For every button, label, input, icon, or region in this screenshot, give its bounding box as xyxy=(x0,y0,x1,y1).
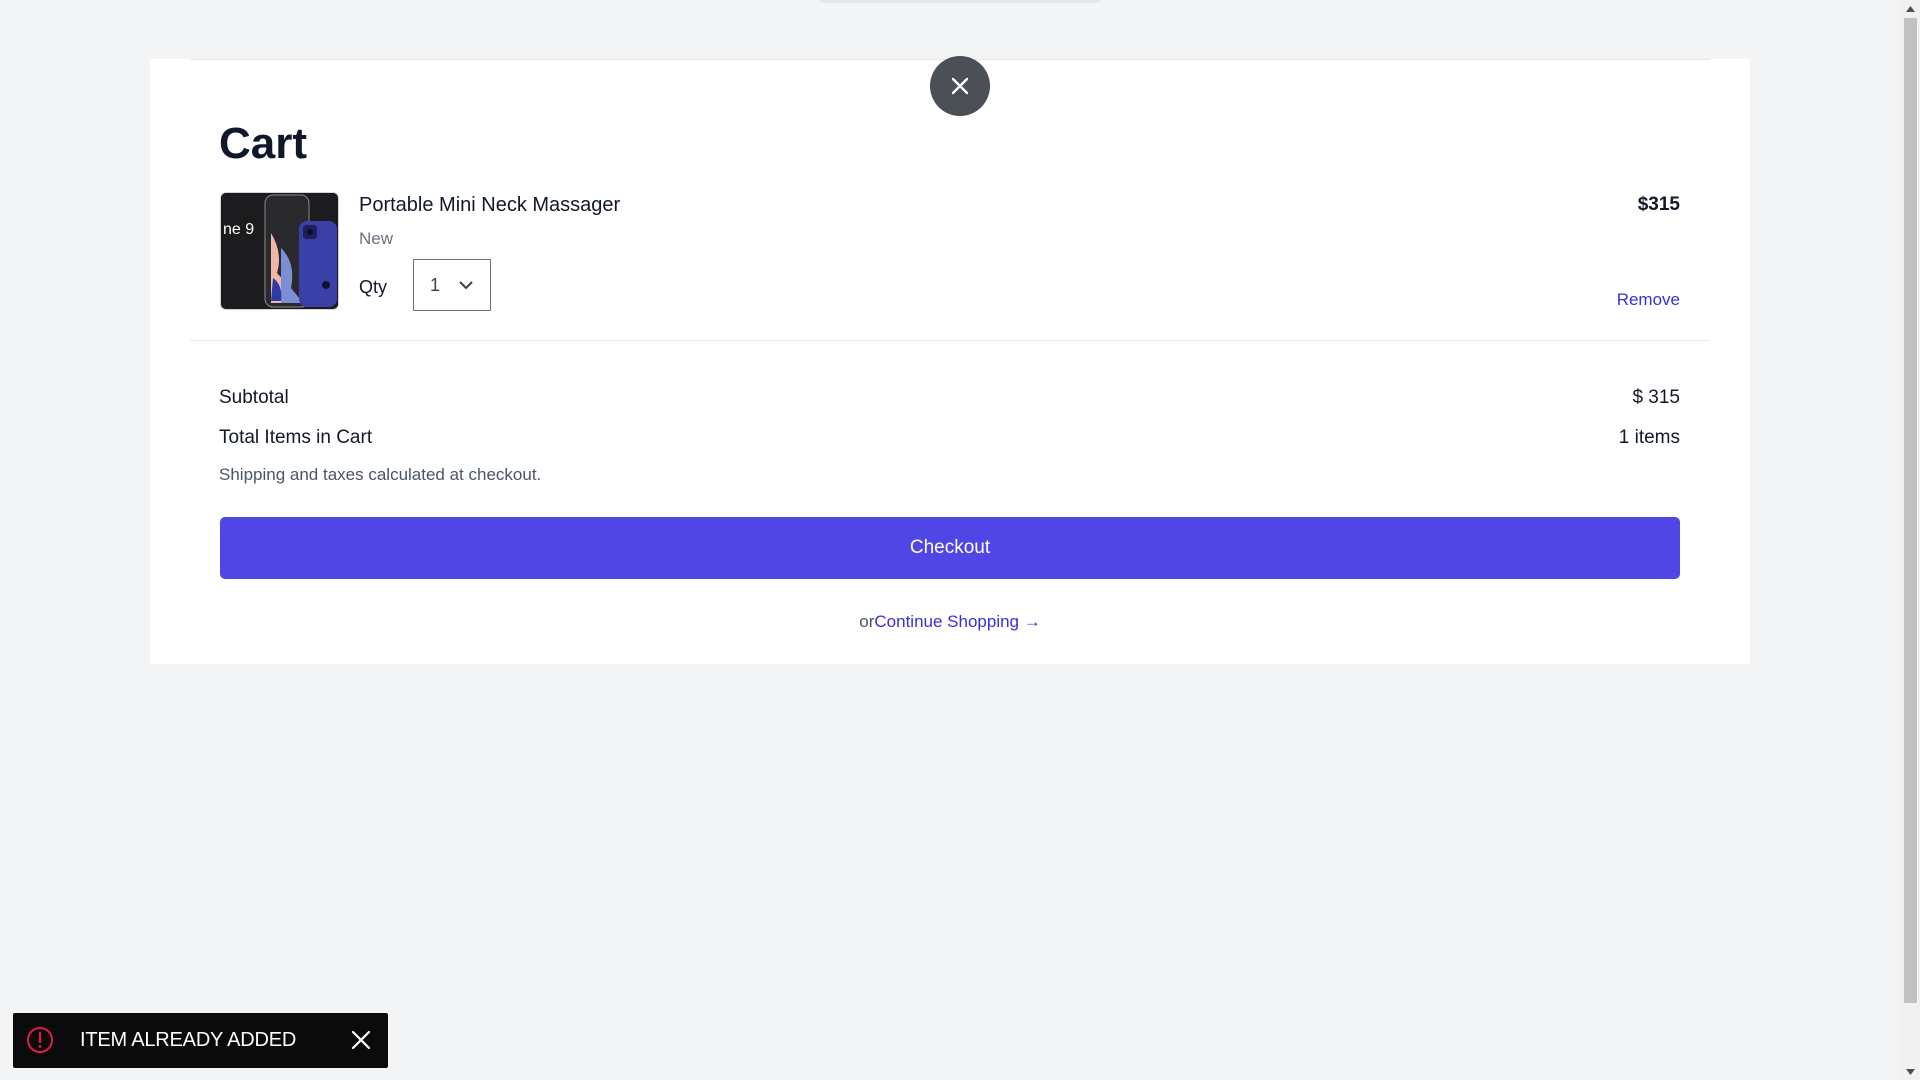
quantity-label: Qty xyxy=(359,277,388,297)
close-icon[interactable] xyxy=(350,1029,372,1051)
close-cart-button[interactable] xyxy=(930,56,990,116)
product-image[interactable]: ne 9 xyxy=(220,192,339,310)
total-items-label: Total Items in Cart xyxy=(219,427,373,448)
remove-item-button[interactable]: Remove xyxy=(1617,290,1680,310)
continue-shopping-link[interactable]: Continue Shopping → xyxy=(874,612,1040,631)
continue-prefix: or xyxy=(859,612,875,631)
vertical-scrollbar[interactable] xyxy=(1901,0,1920,1080)
product-image-caption: ne 9 xyxy=(223,221,255,238)
chevron-down-icon xyxy=(459,281,473,290)
close-icon xyxy=(951,77,969,95)
shipping-note: Shipping and taxes calculated at checkou… xyxy=(219,465,542,484)
toast-notification: ITEM ALREADY ADDED xyxy=(13,1013,388,1068)
product-price: $315 xyxy=(1637,194,1680,215)
triangle-down-icon xyxy=(1906,1068,1915,1075)
checkout-button[interactable]: Checkout xyxy=(220,517,1680,579)
subtotal-value: $ 315 xyxy=(1632,387,1680,408)
toast-message: ITEM ALREADY ADDED xyxy=(80,1029,297,1051)
scrollbar-thumb[interactable] xyxy=(1904,18,1917,1003)
top-shadow-decoration xyxy=(820,0,1100,3)
product-condition: New xyxy=(359,229,394,248)
subtotal-label: Subtotal xyxy=(219,387,289,408)
scroll-up-arrow[interactable] xyxy=(1901,0,1920,17)
quantity-value: 1 xyxy=(430,274,441,295)
product-name[interactable]: Portable Mini Neck Massager xyxy=(359,194,620,217)
quantity-select[interactable]: 1 xyxy=(413,259,491,311)
phone-product-illustration xyxy=(221,193,338,309)
total-items-value: 1 items xyxy=(1618,427,1680,448)
page-title: Cart xyxy=(219,119,308,168)
scroll-down-arrow[interactable] xyxy=(1901,1063,1920,1080)
alert-circle-icon xyxy=(27,1027,53,1053)
divider xyxy=(190,340,1710,341)
continue-shopping-row: orContinue Shopping → xyxy=(0,612,1900,632)
triangle-up-icon xyxy=(1906,5,1915,12)
